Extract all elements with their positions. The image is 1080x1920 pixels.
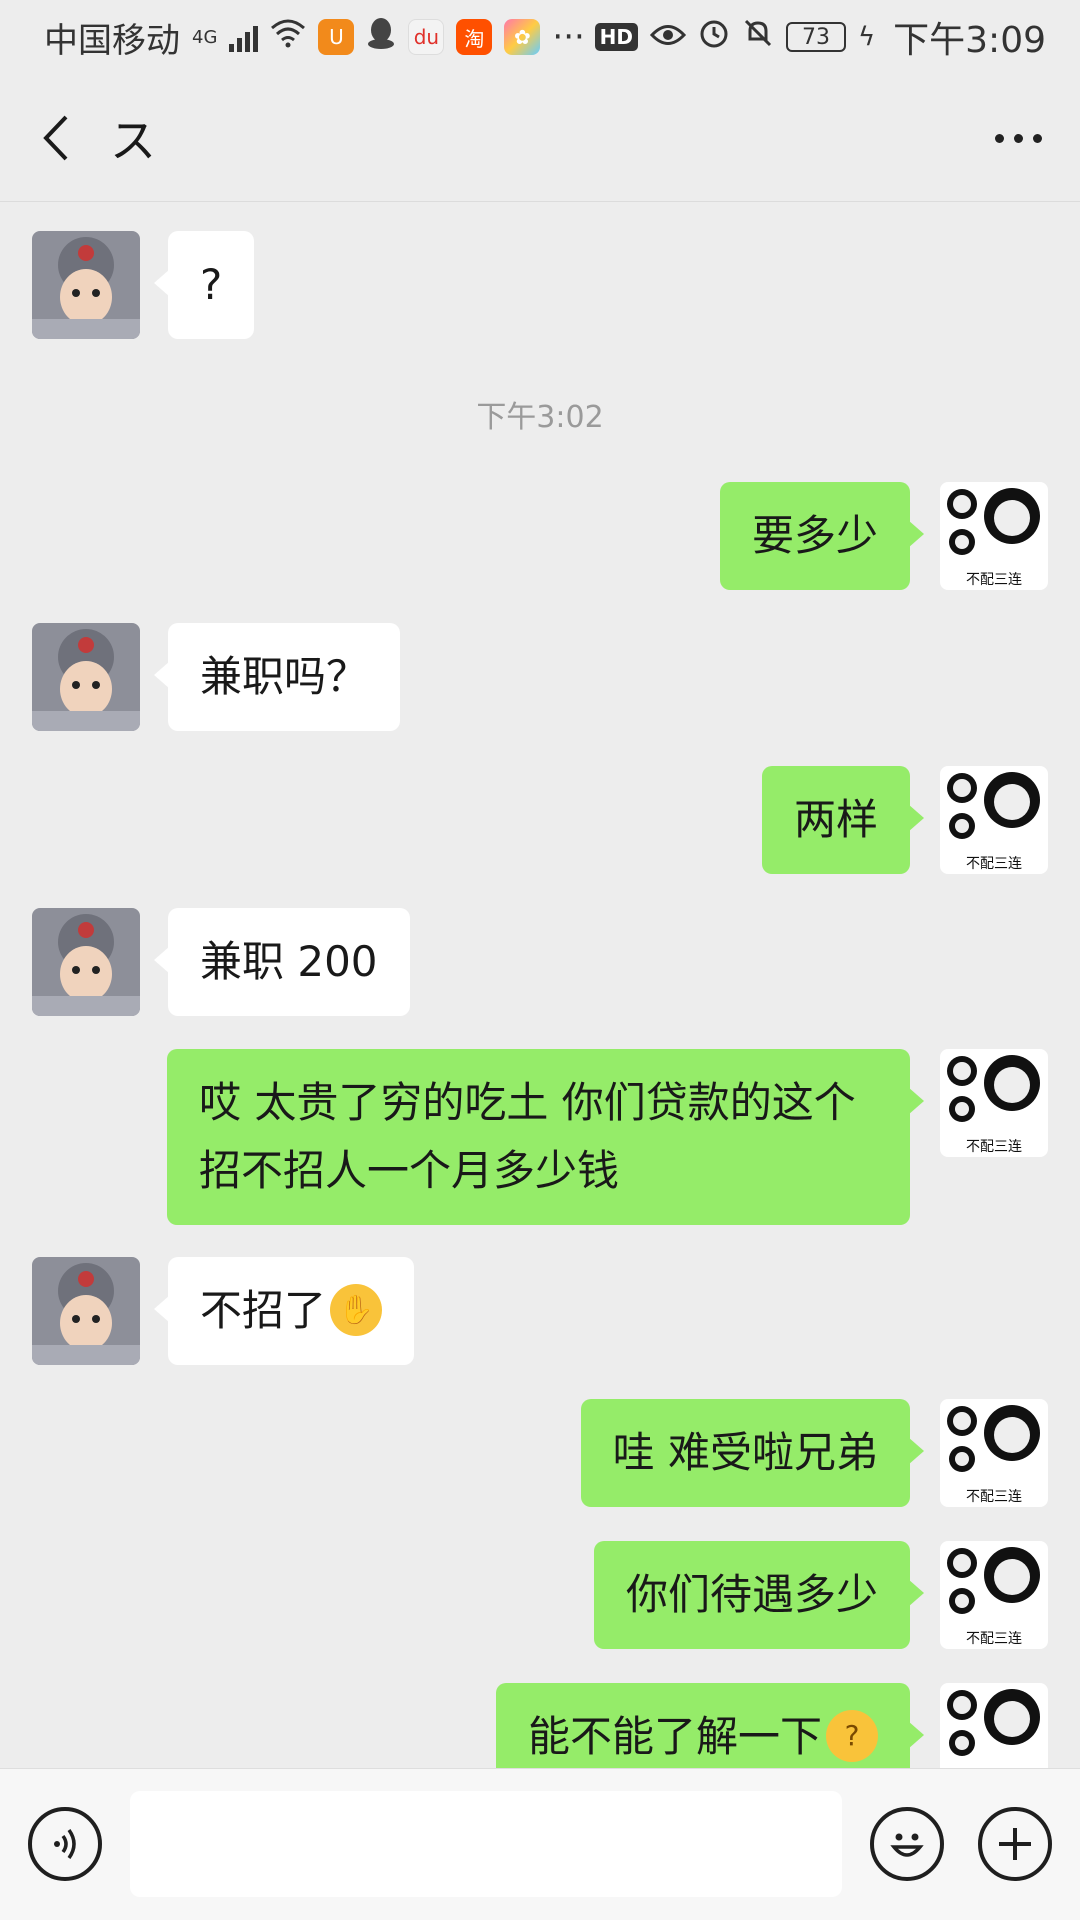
contact-avatar[interactable]	[32, 231, 140, 339]
uc-browser-icon: U	[318, 19, 355, 55]
voice-icon	[54, 1828, 76, 1860]
taobao-icon: 淘	[456, 19, 493, 55]
chat-header: ス	[0, 74, 1080, 202]
baidu-maps-icon: du	[408, 19, 445, 55]
eye-icon	[649, 17, 687, 57]
photos-icon: ✿	[504, 19, 541, 55]
smiley-icon	[890, 1833, 924, 1857]
outgoing-message-bubble[interactable]: 哎 太贵了穷的吃土 你们贷款的这个招不招人一个月多少钱	[167, 1049, 924, 1225]
outgoing-message-bubble[interactable]: 能不能了解一下?	[495, 1683, 925, 1768]
signal-icon	[229, 22, 259, 52]
message-text: 不招了	[200, 1286, 327, 1335]
incoming-message-bubble[interactable]: 兼职吗？	[153, 623, 401, 731]
sticker-caption: 不配三连	[966, 1631, 1022, 1647]
thinking-emoji: ?	[826, 1709, 878, 1762]
user-avatar-sticker[interactable]: 不配三连	[940, 482, 1048, 590]
user-avatar-sticker[interactable]: 不配三连	[940, 766, 1048, 874]
contact-avatar[interactable]	[32, 623, 140, 731]
timestamp-divider: 下午3:02	[476, 400, 604, 435]
status-bar: 中国移动 4G U du 淘 ✿ ··· HD 73 ϟ 下午3:09	[0, 0, 1080, 74]
alarm-icon	[698, 17, 730, 58]
incoming-message-bubble[interactable]: 不招了 ✋	[153, 1257, 415, 1365]
wifi-icon	[270, 17, 306, 57]
chat-title: ス	[110, 113, 156, 168]
user-avatar-sticker[interactable]: 不配三连	[940, 1683, 1048, 1768]
clock: 下午3:09	[893, 20, 1046, 61]
user-avatar-sticker[interactable]: 不配三连	[940, 1399, 1048, 1507]
outgoing-message-bubble[interactable]: 你们待遇多少	[593, 1541, 925, 1649]
user-avatar-sticker[interactable]: 不配三连	[940, 1541, 1048, 1649]
contact-avatar[interactable]	[32, 1257, 140, 1365]
qq-icon	[366, 16, 396, 59]
network-label: 4G	[192, 26, 218, 48]
user-avatar-sticker[interactable]: 不配三连	[940, 1049, 1048, 1157]
more-functions-button[interactable]	[978, 1807, 1052, 1881]
outgoing-message-bubble[interactable]: 哇 难受啦兄弟	[580, 1399, 925, 1507]
charging-icon: ϟ	[858, 22, 876, 52]
hd-icon: HD	[594, 23, 638, 51]
battery-icon: 73	[786, 22, 846, 52]
outgoing-message-bubble[interactable]: 两样	[761, 766, 925, 874]
sticker-caption: 不配三连	[966, 1489, 1022, 1505]
message-text: 能不能了解一下	[527, 1712, 822, 1761]
outgoing-message-bubble[interactable]: 要多少	[719, 482, 925, 590]
plus-icon	[999, 1828, 1031, 1860]
back-icon[interactable]	[10, 74, 100, 202]
facepalm-emoji: ✋	[330, 1283, 383, 1336]
emoji-button[interactable]	[870, 1807, 944, 1881]
more-options-icon[interactable]	[995, 74, 1042, 202]
more-notifications-label: ···	[552, 17, 585, 57]
carrier-label: 中国移动	[44, 20, 180, 61]
message-input[interactable]	[130, 1791, 842, 1897]
message-list[interactable]: ? 下午3:02 要多少 不配三连 兼职吗？ 两样 不配三连 兼职 200 哎 …	[0, 203, 1080, 1768]
sticker-caption: 不配三连	[966, 1139, 1022, 1155]
incoming-message-bubble[interactable]: ?	[153, 231, 255, 339]
input-bar	[0, 1768, 1080, 1920]
voice-input-button[interactable]	[28, 1807, 102, 1881]
sticker-caption: 不配三连	[966, 856, 1022, 872]
contact-avatar[interactable]	[32, 908, 140, 1016]
sticker-caption: 不配三连	[966, 572, 1022, 588]
battery-level: 73	[802, 24, 830, 50]
mute-icon	[742, 17, 774, 58]
incoming-message-bubble[interactable]: 兼职 200	[154, 908, 410, 1016]
